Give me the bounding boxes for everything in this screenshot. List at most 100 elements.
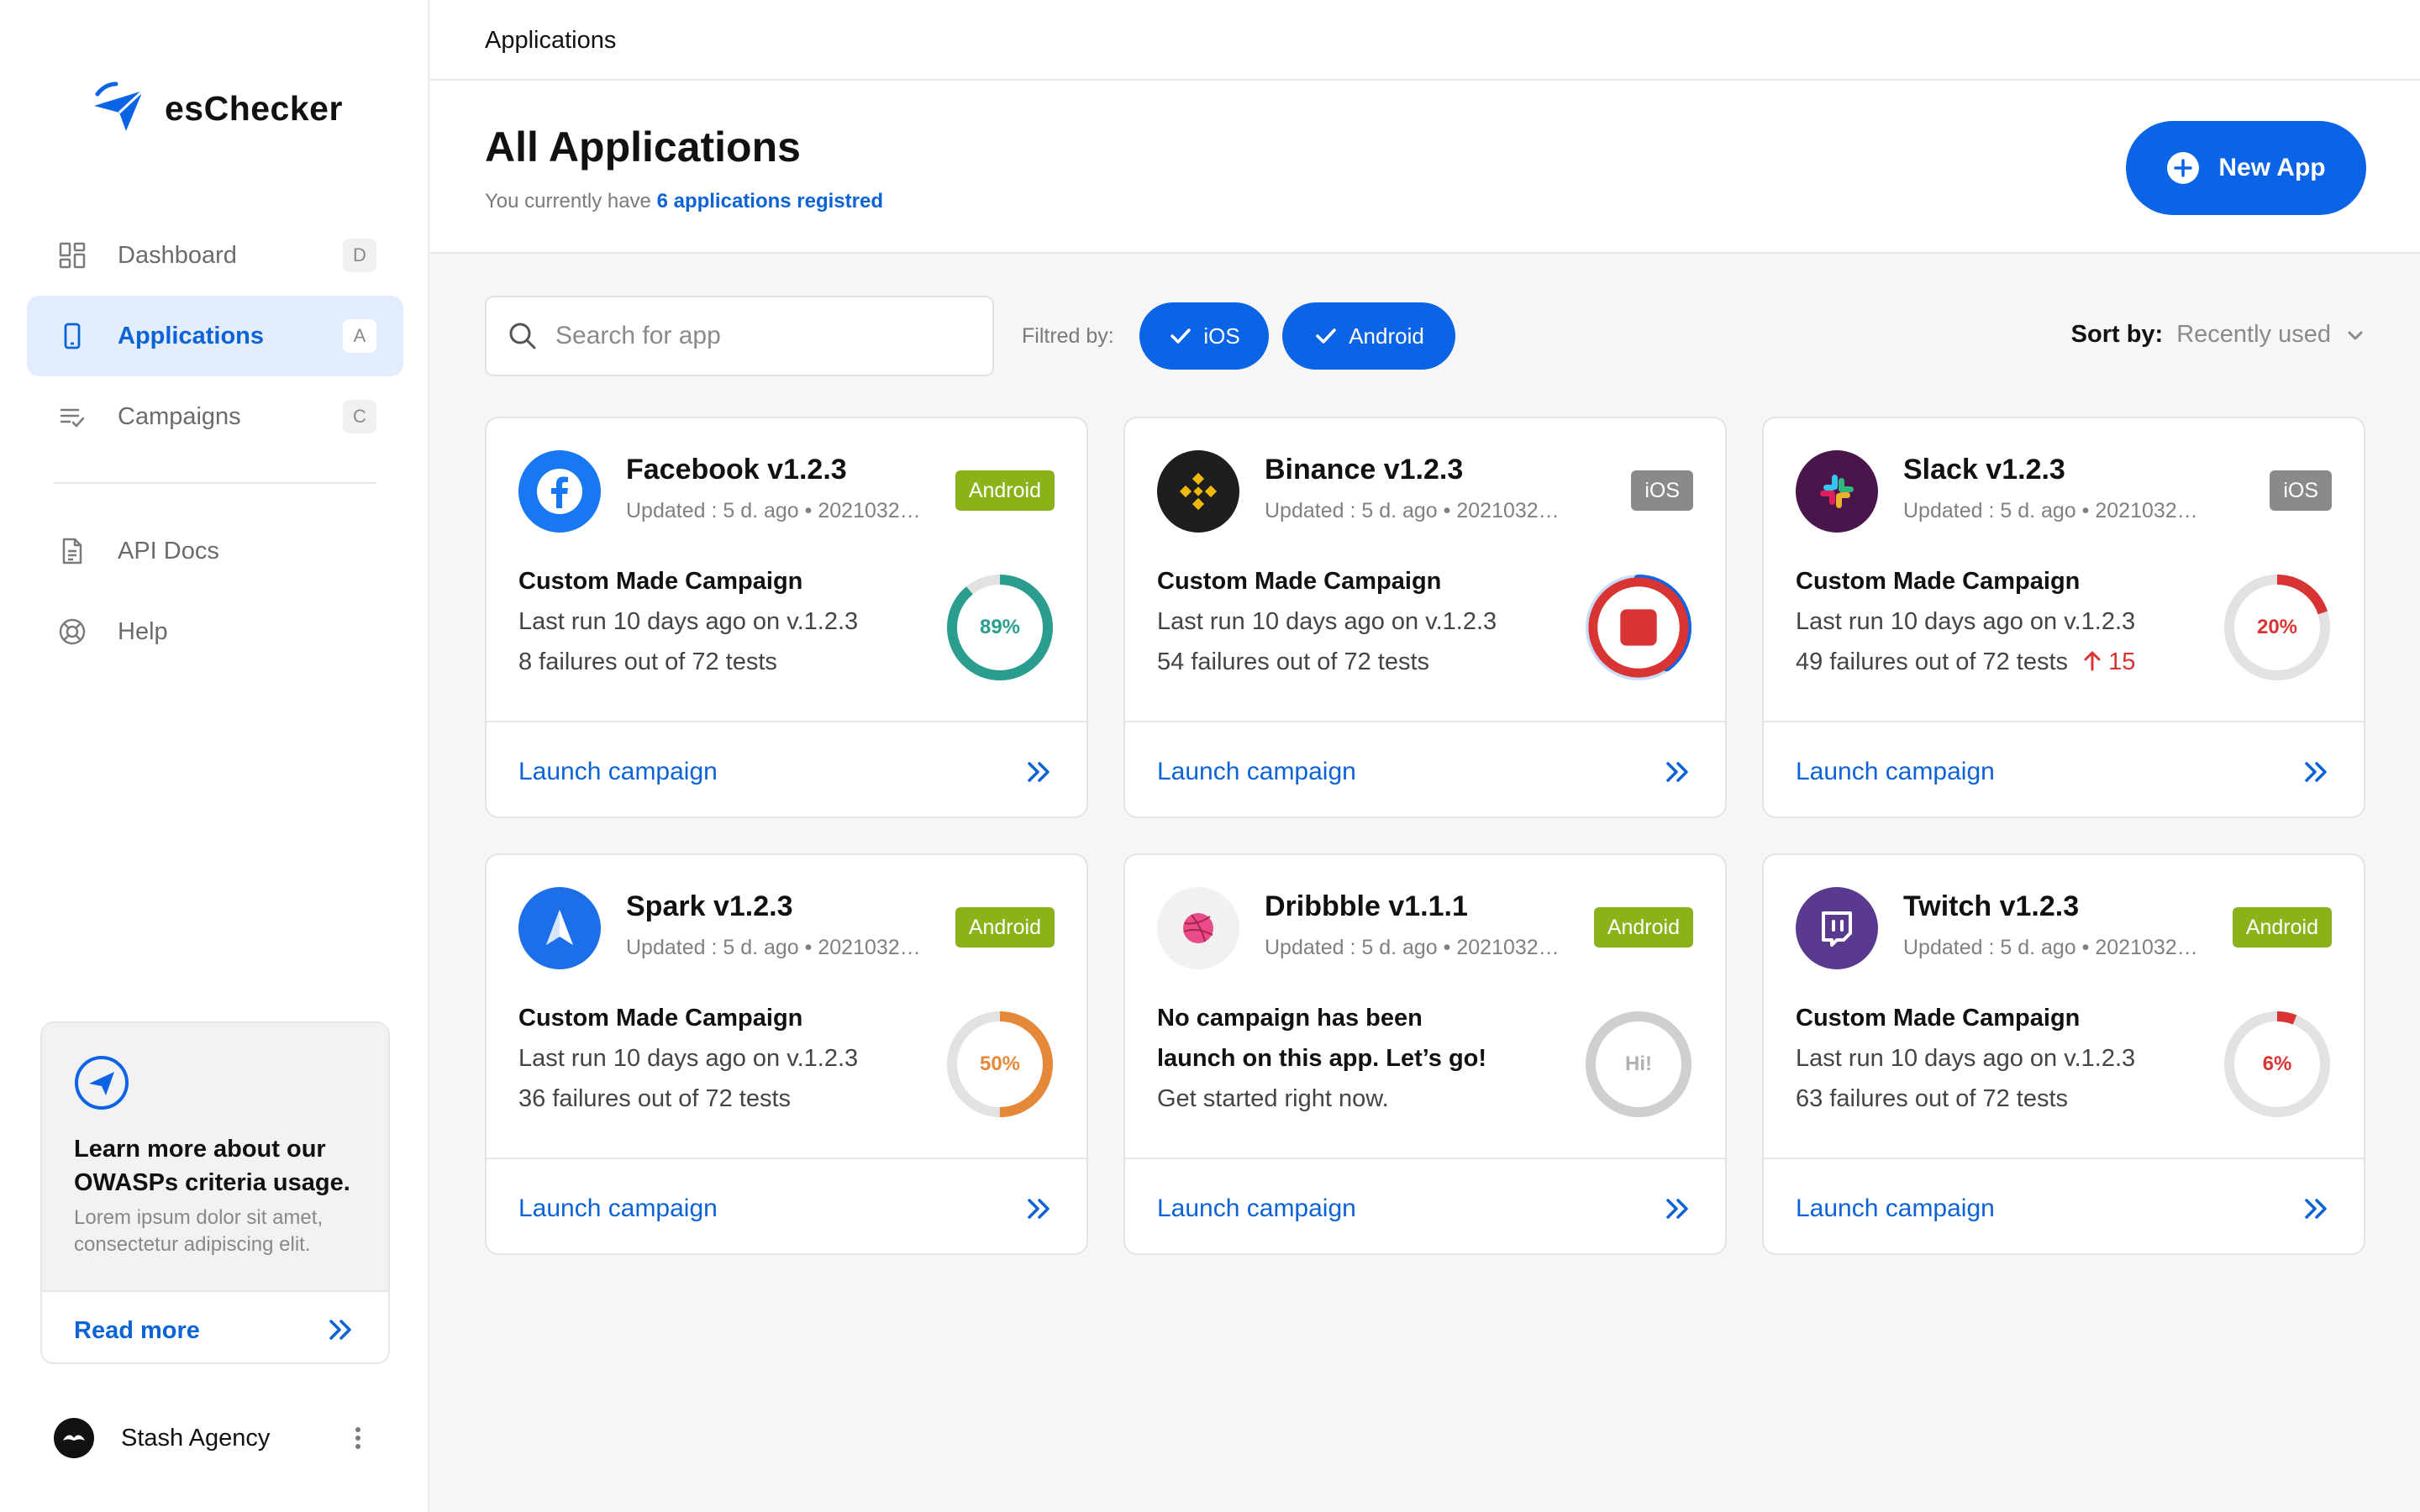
score-label: 89% — [979, 616, 1021, 638]
campaign-last-run: Last run 10 days ago on v.1.2.3 — [1157, 608, 1497, 635]
shortcut-key: D — [343, 239, 376, 272]
app-card[interactable]: Spark v1.2.3 Updated : 5 d. ago • 202103… — [485, 853, 1088, 1255]
filter-chip-label: iOS — [1203, 323, 1240, 349]
sort-dropdown[interactable]: Sort by: Recently used — [2071, 321, 2366, 349]
card-footer: Launch campaign — [1764, 1158, 2364, 1253]
dribbble-logo-icon — [1157, 887, 1239, 969]
top-bar: Applications — [430, 0, 2420, 81]
app-name: Facebook v1.2.3 — [626, 454, 847, 486]
sidebar-item-campaigns[interactable]: Campaigns C — [27, 376, 403, 457]
facebook-logo-icon — [518, 450, 601, 533]
filter-chip-ios[interactable]: iOS — [1139, 302, 1269, 370]
campaign-title: Custom Made Campaign — [1157, 568, 1442, 595]
owasp-promo-card: Learn more about our OWASPs criteria usa… — [40, 1021, 390, 1364]
app-name: Binance v1.2.3 — [1265, 454, 1464, 486]
brand-logo[interactable]: esChecker — [89, 79, 343, 138]
failures-text: 49 failures out of 72 tests — [1796, 648, 2069, 675]
launch-campaign-link[interactable]: Launch campaign — [1796, 758, 1995, 786]
breadcrumb: Applications — [485, 27, 617, 54]
sidebar-item-help[interactable]: Help — [27, 591, 403, 672]
app-card[interactable]: Slack v1.2.3 Updated : 5 d. ago • 202103… — [1762, 417, 2365, 818]
sidebar-item-api-docs[interactable]: API Docs — [27, 511, 403, 591]
chevron-down-icon — [2348, 331, 2363, 339]
launch-campaign-link[interactable]: Launch campaign — [1796, 1194, 1995, 1223]
sort-label: Sort by: — [2070, 321, 2164, 348]
card-footer: Launch campaign — [1125, 1158, 1725, 1253]
more-vertical-icon[interactable] — [343, 1423, 373, 1453]
page-title: All Applications — [485, 123, 801, 171]
platform-badge: Android — [955, 907, 1055, 948]
campaign-title: Custom Made Campaign — [518, 1005, 803, 1032]
app-meta: Updated : 5 d. ago • 2021032… — [1265, 499, 1560, 522]
filter-chip-android[interactable]: Android — [1282, 302, 1455, 370]
filter-chip-label: Android — [1349, 323, 1424, 349]
paper-plane-logo-icon — [94, 81, 145, 131]
platform-badge: Android — [955, 470, 1055, 511]
double-chevron-right-icon[interactable] — [1024, 758, 1053, 786]
launch-campaign-link[interactable]: Launch campaign — [518, 1194, 718, 1223]
lifebuoy-icon — [55, 615, 89, 648]
filter-label: Filtred by: — [1022, 324, 1114, 348]
arrow-up-icon — [2084, 651, 2101, 671]
launch-campaign-link[interactable]: Launch campaign — [518, 758, 718, 786]
app-card[interactable]: Facebook v1.2.3 Updated : 5 d. ago • 202… — [485, 417, 1088, 818]
empty-campaign-title: No campaign has been — [1157, 1005, 1423, 1032]
trend-up: 15 — [2083, 648, 2135, 675]
sidebar-item-applications[interactable]: Applications A — [27, 296, 403, 376]
score-ring: 50% — [945, 1010, 1055, 1119]
phone-icon — [55, 319, 89, 353]
campaign-failures: 49 failures out of 72 tests 15 — [1796, 648, 2135, 676]
sidebar-item-label: Applications — [118, 322, 265, 349]
app-meta: Updated : 5 d. ago • 2021032… — [1903, 499, 2198, 522]
account-switcher[interactable]: Stash Agency — [54, 1418, 373, 1458]
paper-plane-badge-icon — [75, 1056, 129, 1110]
new-app-label: New App — [2218, 154, 2326, 181]
double-chevron-right-icon[interactable] — [2302, 758, 2330, 786]
card-footer: Launch campaign — [1125, 721, 1725, 816]
campaign-failures: 63 failures out of 72 tests — [1796, 1085, 2069, 1112]
new-app-button[interactable]: New App — [2126, 121, 2366, 215]
slack-logo-icon — [1796, 450, 1878, 533]
app-card[interactable]: Dribbble v1.1.1 Updated : 5 d. ago • 202… — [1123, 853, 1727, 1255]
double-chevron-right-icon[interactable] — [2302, 1194, 2330, 1223]
app-count-link[interactable]: 6 applications registred — [657, 190, 883, 213]
campaign-last-run: Last run 10 days ago on v.1.2.3 — [1796, 608, 2136, 635]
double-chevron-right-icon[interactable] — [1024, 1194, 1053, 1223]
score-ring: 6% — [2223, 1010, 2332, 1119]
check-icon — [1316, 328, 1336, 344]
sidebar-item-label: API Docs — [118, 537, 219, 564]
search-box[interactable] — [485, 296, 994, 376]
campaign-last-run: Last run 10 days ago on v.1.2.3 — [518, 1045, 859, 1072]
sidebar-item-dashboard[interactable]: Dashboard D — [27, 215, 403, 296]
grid-icon — [55, 239, 89, 272]
mustache-icon — [63, 1435, 85, 1441]
app-card[interactable]: Twitch v1.2.3 Updated : 5 d. ago • 20210… — [1762, 853, 2365, 1255]
card-footer: Launch campaign — [487, 1158, 1086, 1253]
campaign-failures: 36 failures out of 72 tests — [518, 1085, 792, 1112]
binance-logo-icon — [1157, 450, 1239, 533]
double-chevron-right-icon[interactable] — [1663, 1194, 1691, 1223]
sidebar-item-label: Help — [118, 617, 168, 645]
platform-badge: iOS — [1631, 470, 1693, 511]
list-check-icon — [55, 400, 89, 433]
read-more-link[interactable]: Read more — [74, 1317, 200, 1345]
platform-badge: iOS — [2270, 470, 2332, 511]
check-icon — [1171, 328, 1192, 344]
double-chevron-right-icon[interactable] — [1663, 758, 1691, 786]
trend-value: 15 — [2108, 648, 2136, 675]
launch-campaign-link[interactable]: Launch campaign — [1157, 1194, 1356, 1223]
promo-footer: Read more — [42, 1290, 388, 1362]
score-ring: 20% — [2223, 573, 2332, 682]
app-card[interactable]: Binance v1.2.3 Updated : 5 d. ago • 2021… — [1123, 417, 1727, 818]
campaign-failures: 54 failures out of 72 tests — [1157, 648, 1430, 675]
hi-label: Hi! — [1625, 1053, 1652, 1075]
app-name: Slack v1.2.3 — [1903, 454, 2065, 486]
stop-icon[interactable] — [1584, 573, 1693, 682]
campaign-title: Custom Made Campaign — [1796, 1005, 2081, 1032]
document-icon — [55, 534, 89, 568]
double-chevron-right-icon[interactable] — [326, 1315, 355, 1344]
brand-name: esChecker — [165, 88, 343, 128]
search-input[interactable] — [555, 322, 959, 350]
launch-campaign-link[interactable]: Launch campaign — [1157, 758, 1356, 786]
plus-circle-icon — [2167, 152, 2200, 184]
